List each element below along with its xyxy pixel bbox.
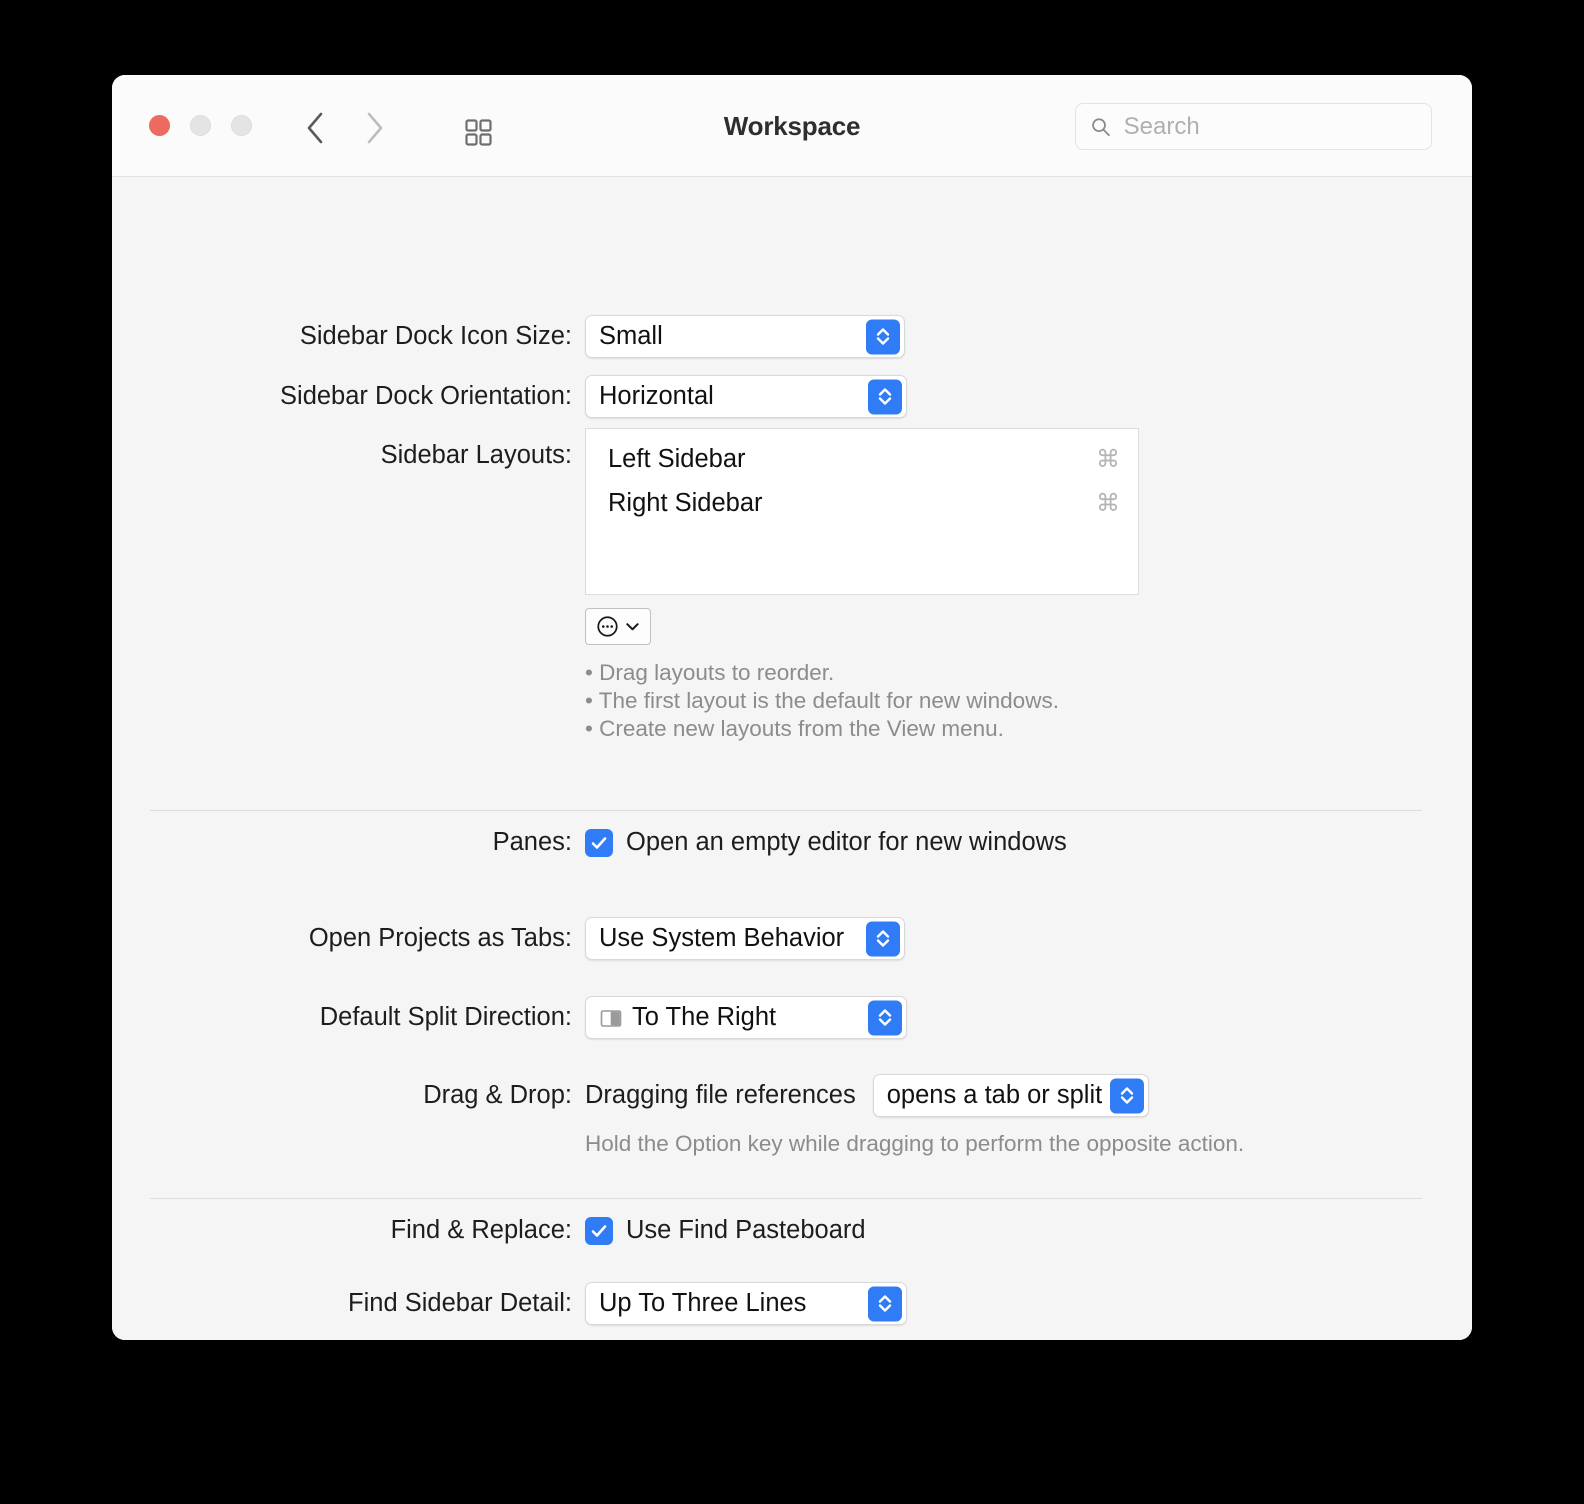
open-projects-as-tabs-value: Use System Behavior (599, 924, 845, 952)
preferences-window: Workspace Sidebar Dock Icon Size: Small (112, 75, 1472, 1340)
hint-line: • Create new layouts from the View menu. (585, 716, 1004, 741)
sidebar-icon-size-value: Small (599, 322, 663, 350)
chevron-down-icon (626, 623, 639, 631)
stepper-icon[interactable] (868, 1000, 902, 1035)
stepper-icon[interactable] (868, 1286, 902, 1321)
row-open-projects-as-tabs: Open Projects as Tabs: Use System Behavi… (309, 917, 905, 960)
sidebar-layout-hints: • Drag layouts to reorder. • The first l… (585, 659, 1059, 743)
row-default-split-direction: Default Split Direction: To The Right (320, 996, 907, 1039)
label-panes: Panes: (492, 828, 572, 856)
section-divider (150, 810, 1422, 811)
panes-checkbox-label: Open an empty editor for new windows (626, 828, 1067, 856)
stepper-icon[interactable] (868, 379, 902, 414)
drag-drop-hint: Hold the Option key while dragging to pe… (585, 1131, 1245, 1156)
hint-line: • The first layout is the default for ne… (585, 688, 1059, 713)
sidebar-orientation-value: Horizontal (599, 382, 714, 410)
drag-drop-prefix: Dragging file references (585, 1081, 856, 1109)
command-key-icon: ⌘ (1096, 489, 1120, 517)
default-split-direction-value: To The Right (632, 1003, 777, 1031)
row-find-and-replace: Find & Replace: Use Find Pasteboard (391, 1216, 866, 1245)
panes-checkbox[interactable] (585, 828, 613, 857)
preferences-body: Sidebar Dock Icon Size: Small Sidebar Do… (112, 177, 1472, 1340)
search-icon (1092, 117, 1110, 136)
row-find-sidebar-detail: Find Sidebar Detail: Up To Three Lines (348, 1282, 907, 1325)
layout-name: Right Sidebar (608, 488, 763, 517)
find-pasteboard-checkbox[interactable] (585, 1216, 613, 1245)
label-open-projects-as-tabs: Open Projects as Tabs: (308, 924, 572, 952)
search-field[interactable] (1075, 103, 1432, 150)
label-sidebar-icon-size: Sidebar Dock Icon Size: (299, 322, 572, 350)
stepper-icon[interactable] (866, 921, 900, 956)
hint-line: • Drag layouts to reorder. (585, 660, 835, 685)
row-panes: Panes: Open an empty editor for new wind… (493, 828, 1067, 857)
find-sidebar-detail-value: Up To Three Lines (599, 1289, 807, 1317)
label-find-and-replace: Find & Replace: (390, 1216, 572, 1244)
layouts-action-button[interactable] (585, 608, 651, 645)
find-pasteboard-label: Use Find Pasteboard (626, 1216, 866, 1244)
section-divider (150, 1198, 1422, 1199)
split-right-icon (600, 1009, 622, 1027)
search-input[interactable] (1121, 111, 1417, 142)
command-key-icon: ⌘ (1096, 445, 1120, 473)
row-drag-and-drop: Drag & Drop: Dragging file references op… (423, 1074, 1150, 1117)
stepper-icon[interactable] (1110, 1078, 1145, 1113)
default-split-direction-select[interactable]: To The Right (585, 996, 907, 1039)
ellipsis-circle-icon (597, 616, 618, 637)
list-item[interactable]: Right Sidebar ⌘ (586, 481, 1138, 525)
label-sidebar-orientation: Sidebar Dock Orientation: (280, 382, 572, 410)
window-titlebar: Workspace (112, 75, 1472, 177)
row-sidebar-orientation: Sidebar Dock Orientation: Horizontal (280, 375, 907, 418)
label-find-sidebar-detail: Find Sidebar Detail: (348, 1289, 572, 1317)
open-projects-as-tabs-select[interactable]: Use System Behavior (585, 917, 905, 960)
find-sidebar-detail-select[interactable]: Up To Three Lines (585, 1282, 907, 1325)
list-item[interactable]: Left Sidebar ⌘ (586, 437, 1138, 481)
label-sidebar-layouts: Sidebar Layouts: (380, 441, 572, 469)
sidebar-icon-size-select[interactable]: Small (585, 315, 905, 358)
label-drag-and-drop: Drag & Drop: (423, 1081, 572, 1109)
row-sidebar-icon-size: Sidebar Dock Icon Size: Small (300, 315, 905, 358)
checkmark-icon (591, 836, 607, 849)
checkmark-icon (591, 1224, 607, 1237)
drag-drop-action-select[interactable]: opens a tab or split (872, 1074, 1150, 1117)
layout-name: Left Sidebar (608, 444, 746, 473)
row-sidebar-layouts: Sidebar Layouts: Left Sidebar ⌘ Right Si… (381, 428, 1139, 595)
label-default-split-direction: Default Split Direction: (319, 1003, 572, 1031)
sidebar-orientation-select[interactable]: Horizontal (585, 375, 907, 418)
stepper-icon[interactable] (866, 319, 900, 354)
sidebar-layouts-list[interactable]: Left Sidebar ⌘ Right Sidebar ⌘ (585, 428, 1139, 595)
drag-drop-action-value: opens a tab or split (886, 1081, 1103, 1109)
